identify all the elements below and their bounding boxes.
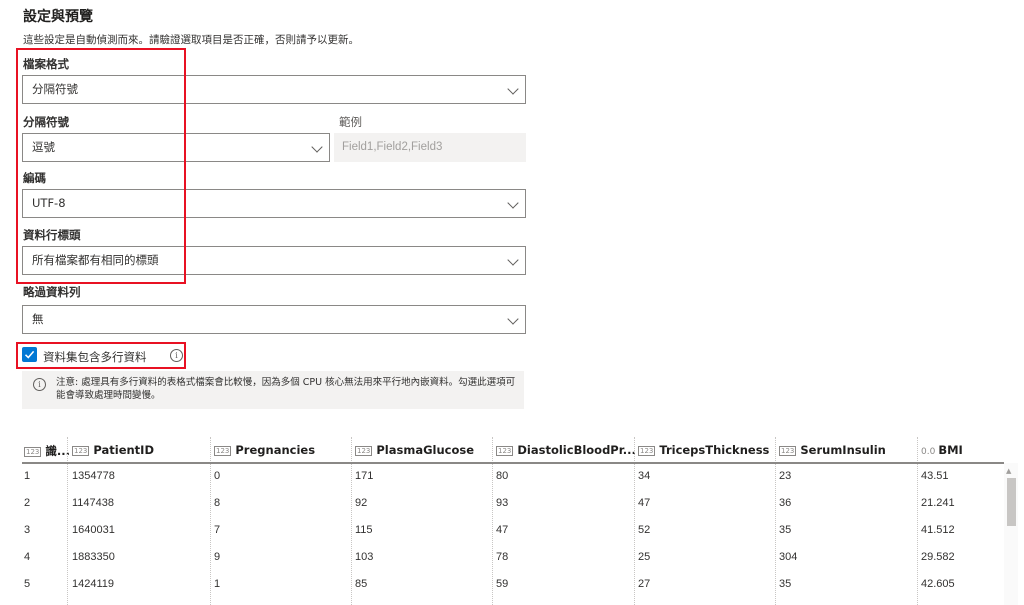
page-subtitle: 這些設定是自動偵測而來。請驗證選取項目是否正確，否則請予以更新。	[23, 34, 359, 46]
table-cell: 47	[638, 497, 651, 509]
table-cell: 25	[638, 551, 651, 563]
number-type-icon: 123	[24, 447, 42, 457]
table-cell: 103	[355, 551, 374, 563]
table-cell: 43.51	[921, 470, 949, 482]
number-type-icon: 123	[72, 446, 90, 456]
table-cell: 93	[496, 497, 509, 509]
table-cell: 52	[638, 524, 651, 536]
example-field: Field1,Field2,Field3	[334, 133, 526, 162]
table-cell: 21.241	[921, 497, 955, 509]
table-cell: 47	[496, 524, 509, 536]
table-cell: 0	[214, 470, 221, 482]
number-type-icon: 123	[214, 446, 232, 456]
table-cell: 34	[638, 470, 651, 482]
table-cell: 35	[779, 524, 792, 536]
highlight-box-settings	[16, 48, 186, 284]
highlight-box-multiline	[16, 342, 186, 369]
table-cell: 42.605	[921, 578, 955, 590]
number-type-icon: 123	[355, 446, 373, 456]
column-header-id[interactable]: 123 識...	[24, 443, 70, 459]
table-cell: 115	[355, 524, 373, 536]
multiline-note-text: 注意: 處理具有多行資料的表格式檔案會比較慢，因為多個 CPU 核心無法用來平行…	[56, 377, 516, 401]
scroll-up-icon[interactable]: ▲	[1006, 467, 1011, 475]
table-cell: 29.582	[921, 551, 955, 563]
page-title: 設定與預覽	[23, 9, 93, 25]
skip-rows-label: 略過資料列	[23, 285, 81, 299]
table-cell: 4	[24, 551, 31, 563]
table-cell: 35	[779, 578, 792, 590]
table-cell: 1354778	[72, 470, 115, 482]
chevron-down-icon	[507, 313, 519, 325]
column-header-bmi[interactable]: 0.0 BMI	[921, 443, 963, 457]
chevron-down-icon	[311, 141, 323, 153]
table-cell: 1424119	[72, 578, 115, 590]
multiline-note: i 注意: 處理具有多行資料的表格式檔案會比較慢，因為多個 CPU 核心無法用來…	[22, 371, 524, 409]
table-cell: 23	[779, 470, 792, 482]
table-cell: 1	[24, 470, 31, 482]
table-cell: 36	[779, 497, 792, 509]
chevron-down-icon	[507, 83, 519, 95]
table-cell: 5	[24, 578, 31, 590]
skip-rows-value: 無	[32, 312, 44, 326]
table-cell: 80	[496, 470, 509, 482]
grid-header-divider	[22, 462, 1004, 464]
table-cell: 304	[779, 551, 798, 563]
decimal-type-icon: 0.0	[921, 447, 936, 457]
chevron-down-icon	[507, 197, 519, 209]
number-type-icon: 123	[779, 446, 797, 456]
scrollbar-thumb[interactable]	[1007, 478, 1016, 526]
table-cell: 8	[214, 497, 221, 509]
chevron-down-icon	[507, 254, 519, 266]
number-type-icon: 123	[638, 446, 656, 456]
info-icon: i	[33, 378, 46, 391]
column-header-patientid[interactable]: 123 PatientID	[72, 443, 154, 457]
column-header-seruminsulin[interactable]: 123 SerumInsulin	[779, 443, 886, 457]
table-cell: 1	[214, 578, 221, 590]
table-cell: 78	[496, 551, 509, 563]
table-cell: 1883350	[72, 551, 115, 563]
table-cell: 1147438	[72, 497, 115, 509]
table-cell: 85	[355, 578, 368, 590]
column-header-triceps[interactable]: 123 TricepsThickness	[638, 443, 769, 457]
table-cell: 9	[214, 551, 221, 563]
table-cell: 92	[355, 497, 368, 509]
number-type-icon: 123	[496, 446, 514, 456]
skip-rows-select[interactable]: 無	[22, 305, 526, 334]
column-header-pregnancies[interactable]: 123 Pregnancies	[214, 443, 315, 457]
column-header-diastolic[interactable]: 123 DiastolicBloodPr...	[496, 443, 636, 457]
table-cell: 1640031	[72, 524, 115, 536]
table-cell: 171	[355, 470, 374, 482]
table-cell: 2	[24, 497, 31, 509]
table-cell: 41.512	[921, 524, 955, 536]
table-cell: 27	[638, 578, 651, 590]
table-cell: 7	[214, 524, 221, 536]
column-header-plasmaglucose[interactable]: 123 PlasmaGlucose	[355, 443, 474, 457]
table-cell: 3	[24, 524, 31, 536]
table-cell: 59	[496, 578, 509, 590]
example-label: 範例	[339, 115, 362, 129]
